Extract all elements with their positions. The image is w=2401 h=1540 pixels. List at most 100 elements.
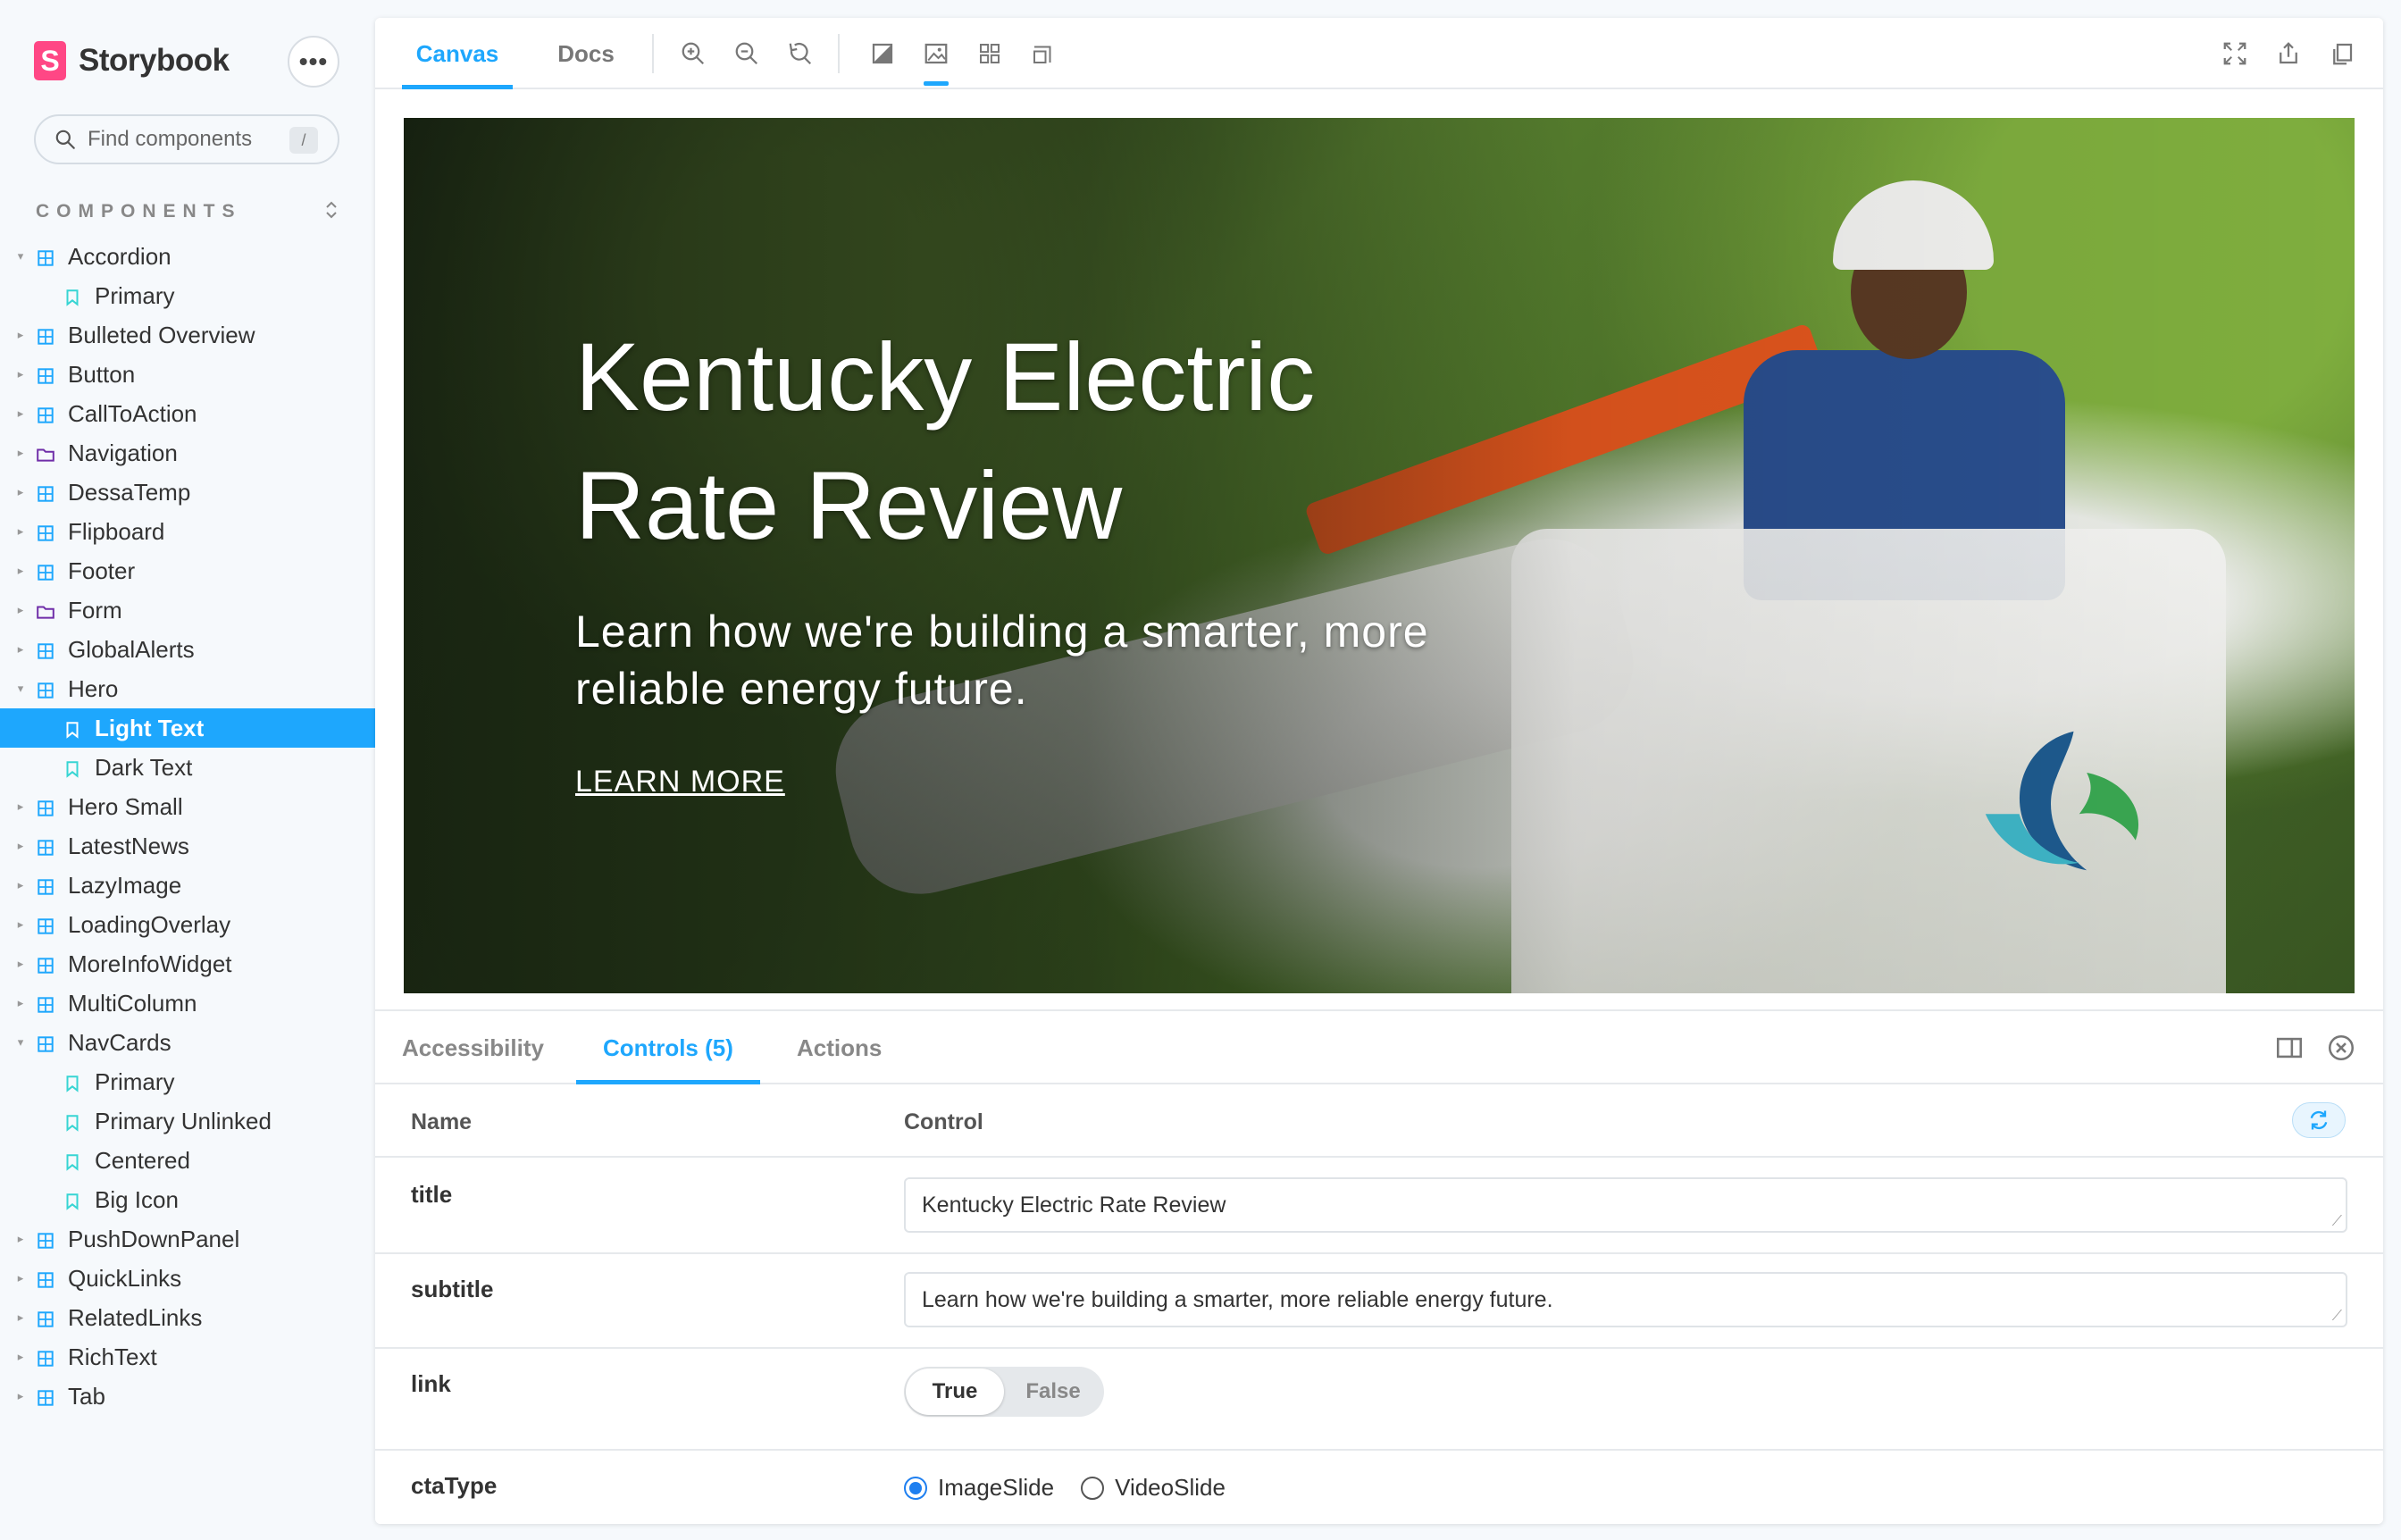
sidebar-component-item[interactable]: ▾ Hero [0,669,375,708]
tab-canvas[interactable]: Canvas [402,18,513,89]
sidebar-component-item[interactable]: ▸ MoreInfoWidget [0,944,375,983]
toggle-true-option[interactable]: True [906,1368,1004,1415]
sidebar-component-item[interactable]: ▸ Form [0,590,375,630]
reset-controls-button[interactable] [2292,1102,2346,1138]
search-box[interactable]: / [34,114,339,164]
sidebar-component-item[interactable]: ▸ LatestNews [0,826,375,866]
caret-right-icon[interactable]: ▸ [14,642,27,657]
sidebar-component-item[interactable]: ▸ Bulleted Overview [0,315,375,355]
sidebar-component-item[interactable]: ▸ Navigation [0,433,375,473]
caret-right-icon[interactable]: ▸ [14,839,27,853]
sidebar-component-item[interactable]: ▸ GlobalAlerts [0,630,375,669]
subtitle-text-field[interactable]: Learn how we're building a smarter, more… [904,1272,2347,1327]
toggle-false-option[interactable]: False [1004,1368,1102,1415]
tab-actions[interactable]: Actions [797,1011,882,1084]
radio-label[interactable]: VideoSlide [1115,1474,1226,1502]
component-icon [36,875,55,895]
sidebar-component-item[interactable]: ▸ Tab [0,1377,375,1416]
sidebar-component-item[interactable]: ▸ PushDownPanel [0,1219,375,1259]
caret-right-icon[interactable]: ▸ [14,1350,27,1364]
caret-right-icon[interactable]: ▸ [14,917,27,932]
sidebar-component-item[interactable]: ▸ QuickLinks [0,1259,375,1298]
grid-icon[interactable] [974,38,1006,70]
sidebar-item-label: Hero [68,674,119,702]
component-icon [36,1033,55,1052]
tab-accessibility[interactable]: Accessibility [402,1011,544,1084]
learn-more-link[interactable]: LEARN MORE [575,765,785,799]
sidebar-story-item[interactable]: ▸Primary [0,276,375,315]
sidebar-component-item[interactable]: ▸ LoadingOverlay [0,905,375,944]
bookmark-icon [63,757,82,778]
title-text-field[interactable]: Kentucky Electric Rate Review ⟋ [904,1177,2347,1233]
column-name-header: Name [411,1109,473,1134]
caret-right-icon[interactable]: ▸ [14,485,27,499]
caret-down-icon[interactable]: ▾ [14,1035,27,1050]
caret-right-icon[interactable]: ▸ [14,799,27,814]
caret-right-icon[interactable]: ▸ [14,1310,27,1325]
caret-right-icon[interactable]: ▸ [14,406,27,421]
sidebar-story-item[interactable]: ▸Big Icon [0,1180,375,1219]
sidebar-item-label: Centered [95,1146,190,1174]
sidebar-story-item[interactable]: ▸Light Text [0,708,375,748]
close-panel-icon[interactable] [2326,1033,2356,1063]
caret-right-icon[interactable]: ▸ [14,1389,27,1403]
caret-right-icon[interactable]: ▸ [14,1271,27,1285]
share-icon[interactable] [2272,38,2305,70]
radio-imageslide[interactable] [904,1476,927,1500]
link-boolean-toggle[interactable]: True False [904,1367,1104,1417]
radio-label[interactable]: ImageSlide [938,1474,1054,1502]
more-options-button[interactable]: ••• [288,36,339,88]
fullscreen-icon[interactable] [2219,38,2251,70]
caret-right-icon[interactable]: ▸ [14,446,27,460]
image-icon[interactable] [920,38,952,86]
caret-right-icon[interactable]: ▸ [14,524,27,539]
resize-handle-icon[interactable]: ⟋ [2332,1310,2342,1324]
sidebar-item-label: PushDownPanel [68,1225,240,1252]
zoom-out-icon[interactable] [731,38,763,70]
caret-right-icon[interactable]: ▸ [14,957,27,971]
sidebar-component-item[interactable]: ▸ Flipboard [0,512,375,551]
control-name: subtitle [411,1276,494,1302]
caret-right-icon[interactable]: ▸ [14,367,27,381]
caret-right-icon[interactable]: ▸ [14,1232,27,1246]
sidebar-story-item[interactable]: ▸Primary [0,1062,375,1101]
bookmark-icon [63,1151,82,1171]
sidebar-component-item[interactable]: ▸ Footer [0,551,375,590]
components-section-header[interactable]: COMPONENTS [36,198,339,225]
sidebar-story-item[interactable]: ▸Primary Unlinked [0,1101,375,1141]
tab-controls[interactable]: Controls (5) [576,1011,760,1084]
caret-down-icon[interactable]: ▾ [14,682,27,696]
sidebar-component-item[interactable]: ▸ LazyImage [0,866,375,905]
component-icon [36,561,55,581]
sidebar-component-item[interactable]: ▾ Accordion [0,237,375,276]
radio-videoslide[interactable] [1081,1476,1105,1500]
sidebar-component-item[interactable]: ▸ CallToAction [0,394,375,433]
sidebar-component-item[interactable]: ▸ Hero Small [0,787,375,826]
folder-icon [36,443,55,463]
sidebar-component-item[interactable]: ▸ DessaTemp [0,473,375,512]
zoom-reset-icon[interactable] [784,38,816,70]
copy-link-icon[interactable] [2326,38,2358,70]
caret-down-icon[interactable]: ▾ [14,249,27,264]
caret-right-icon[interactable]: ▸ [14,328,27,342]
sidebar-story-item[interactable]: ▸Dark Text [0,748,375,787]
caret-right-icon[interactable]: ▸ [14,564,27,578]
caret-right-icon[interactable]: ▸ [14,996,27,1010]
tab-docs[interactable]: Docs [540,18,632,89]
caret-right-icon[interactable]: ▸ [14,878,27,892]
zoom-in-icon[interactable] [677,38,709,70]
sidebar-component-item[interactable]: ▸ MultiColumn [0,983,375,1023]
sidebar-component-item[interactable]: ▸ RichText [0,1337,375,1377]
hero-title-line: Kentucky Electric [575,322,1316,431]
sidebar-component-item[interactable]: ▸ Button [0,355,375,394]
background-icon[interactable] [866,38,899,70]
outline-icon[interactable] [1027,38,1059,70]
resize-handle-icon[interactable]: ⟋ [2332,1215,2342,1229]
sidebar-component-item[interactable]: ▾ NavCards [0,1023,375,1062]
expand-collapse-icon[interactable] [323,199,339,224]
caret-right-icon[interactable]: ▸ [14,603,27,617]
search-input[interactable] [88,127,284,152]
panel-orientation-icon[interactable] [2274,1033,2305,1063]
sidebar-story-item[interactable]: ▸Centered [0,1141,375,1180]
sidebar-component-item[interactable]: ▸ RelatedLinks [0,1298,375,1337]
